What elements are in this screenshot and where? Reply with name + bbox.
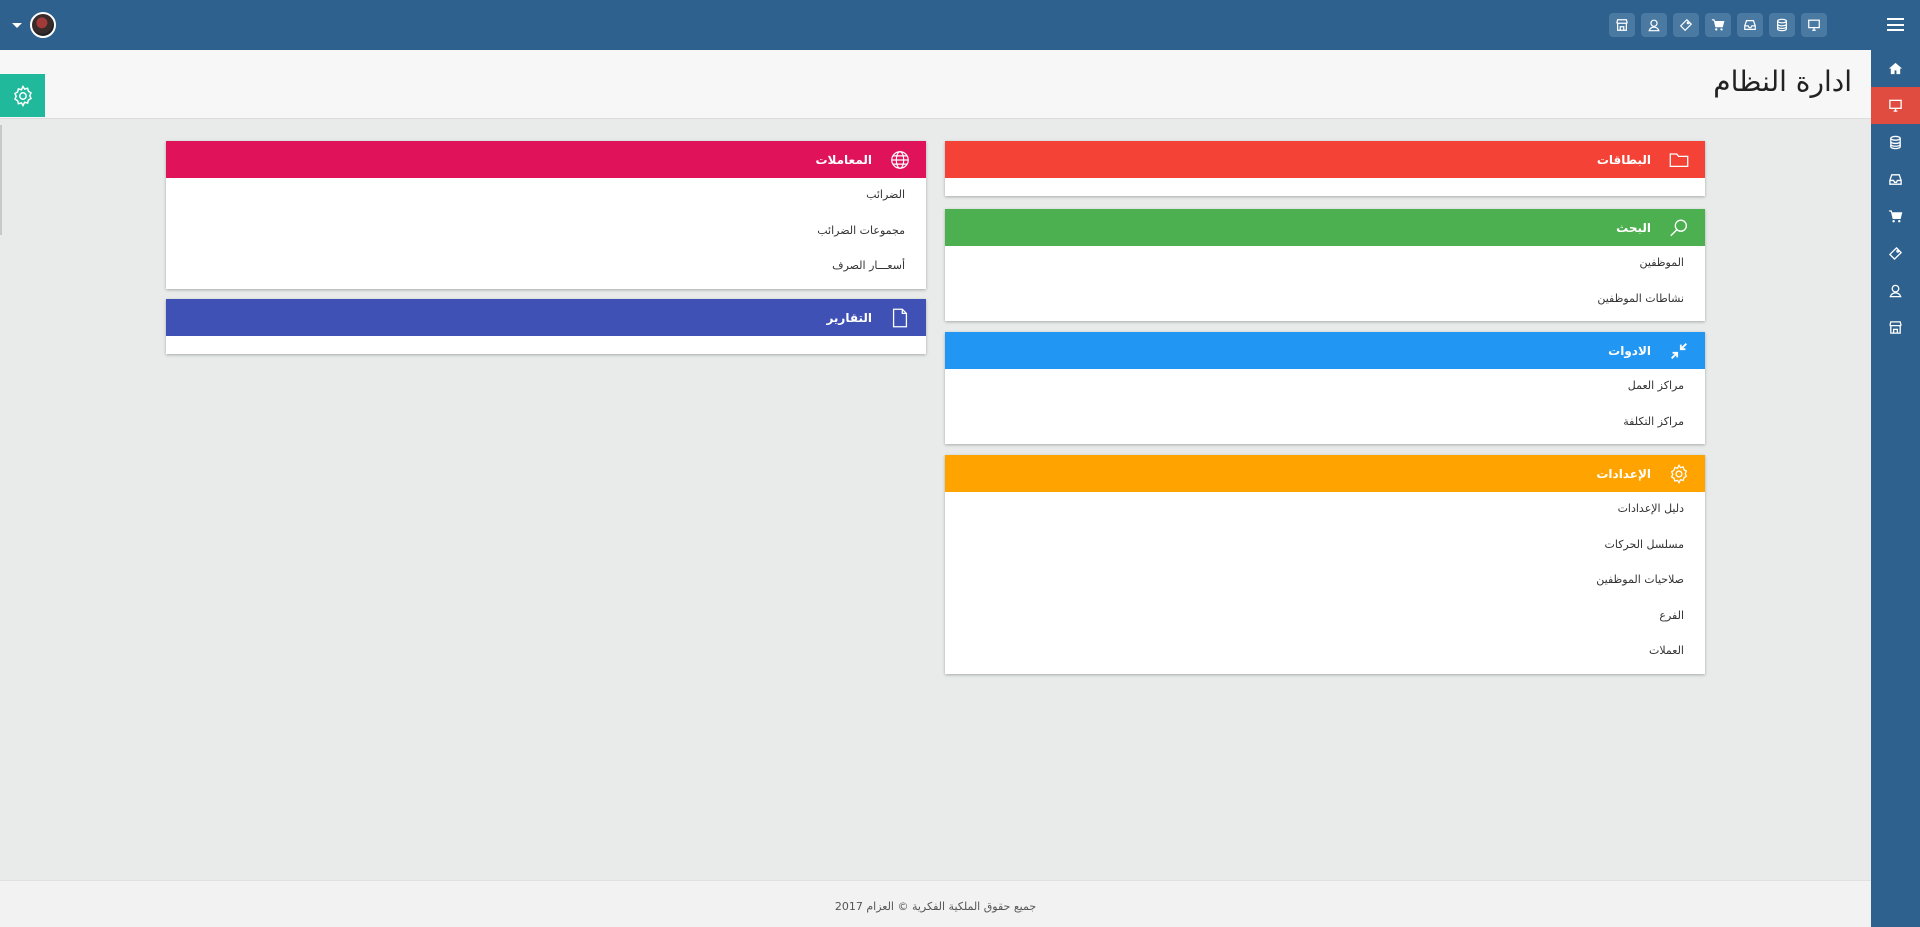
panel-transactions-header[interactable]: المعاملات — [166, 141, 926, 178]
link-employees[interactable]: الموظفين — [945, 248, 1705, 284]
store-icon[interactable] — [1609, 13, 1635, 37]
panel-transactions-title: المعاملات — [815, 152, 872, 167]
left-edge-marker — [0, 125, 2, 235]
collapse-arrows-icon — [1667, 339, 1691, 363]
link-branch[interactable]: الفرع — [945, 601, 1705, 637]
settings-toggle-button[interactable] — [0, 74, 45, 117]
globe-icon — [888, 148, 912, 172]
monitor-icon[interactable] — [1801, 13, 1827, 37]
link-employee-activities[interactable]: نشاطات الموظفين — [945, 284, 1705, 320]
right-sidebar — [1871, 50, 1920, 927]
panel-tools: الادوات مراكز العمل مراكز التكلفة — [945, 332, 1705, 444]
top-shortcuts — [1609, 13, 1827, 37]
panel-cards-header[interactable]: البطاقات — [945, 141, 1705, 178]
monitor-icon[interactable] — [1871, 87, 1920, 124]
caret-down-icon[interactable] — [12, 22, 22, 28]
database-icon[interactable] — [1871, 124, 1920, 161]
panel-cards-title: البطاقات — [1596, 152, 1651, 167]
panel-settings: الإعدادات دليل الإعدادات مسلسل الحركات ص… — [945, 455, 1705, 674]
cart-icon[interactable] — [1705, 13, 1731, 37]
link-cost-centers[interactable]: مراكز التكلفة — [945, 407, 1705, 443]
avatar[interactable] — [30, 12, 56, 38]
folder-icon — [1667, 148, 1691, 172]
panel-search-title: البحث — [1616, 220, 1651, 235]
cart-icon[interactable] — [1871, 198, 1920, 235]
footer: جميع حقوق الملكية الفكرية © العزام 2017 — [0, 880, 1871, 927]
tag-icon[interactable] — [1871, 235, 1920, 272]
panel-tools-header[interactable]: الادوات — [945, 332, 1705, 369]
panel-search-header[interactable]: البحث — [945, 209, 1705, 246]
store-icon[interactable] — [1871, 309, 1920, 346]
link-currencies[interactable]: العملات — [945, 636, 1705, 672]
panel-tools-title: الادوات — [1608, 343, 1651, 358]
top-navbar — [0, 0, 1920, 50]
tag-icon[interactable] — [1673, 13, 1699, 37]
panel-settings-header[interactable]: الإعدادات — [945, 455, 1705, 492]
panel-transactions: المعاملات الضرائب مجموعات الضرائب أسعـــ… — [166, 141, 926, 289]
link-exchange-rates[interactable]: أسعـــار الصرف — [166, 251, 926, 287]
link-taxes[interactable]: الضرائب — [166, 180, 926, 216]
panel-settings-title: الإعدادات — [1596, 466, 1651, 481]
home-icon[interactable] — [1871, 50, 1920, 87]
database-icon[interactable] — [1769, 13, 1795, 37]
user-menu[interactable] — [12, 12, 56, 38]
gear-icon — [1667, 462, 1691, 486]
panel-reports-title: التقارير — [826, 310, 872, 325]
link-employee-permissions[interactable]: صلاحيات الموظفين — [945, 565, 1705, 601]
user-icon[interactable] — [1641, 13, 1667, 37]
link-settings-guide[interactable]: دليل الإعدادات — [945, 494, 1705, 530]
document-icon — [888, 306, 912, 330]
inbox-icon[interactable] — [1871, 161, 1920, 198]
page-title: ادارة النظام — [1713, 65, 1852, 98]
inbox-icon[interactable] — [1737, 13, 1763, 37]
panel-cards: البطاقات — [945, 141, 1705, 196]
link-work-centers[interactable]: مراكز العمل — [945, 371, 1705, 407]
footer-copyright: جميع حقوق الملكية الفكرية © العزام 2017 — [834, 900, 1037, 913]
link-tax-groups[interactable]: مجموعات الضرائب — [166, 216, 926, 252]
panel-search: البحث الموظفين نشاطات الموظفين — [945, 209, 1705, 321]
panel-reports: التقارير — [166, 299, 926, 354]
gear-icon — [13, 84, 32, 107]
panel-reports-header[interactable]: التقارير — [166, 299, 926, 336]
search-icon — [1667, 216, 1691, 240]
page-header: ادارة النظام — [0, 50, 1871, 119]
hamburger-menu-icon[interactable] — [1887, 18, 1904, 31]
user-icon[interactable] — [1871, 272, 1920, 309]
link-transaction-sequence[interactable]: مسلسل الحركات — [945, 530, 1705, 566]
